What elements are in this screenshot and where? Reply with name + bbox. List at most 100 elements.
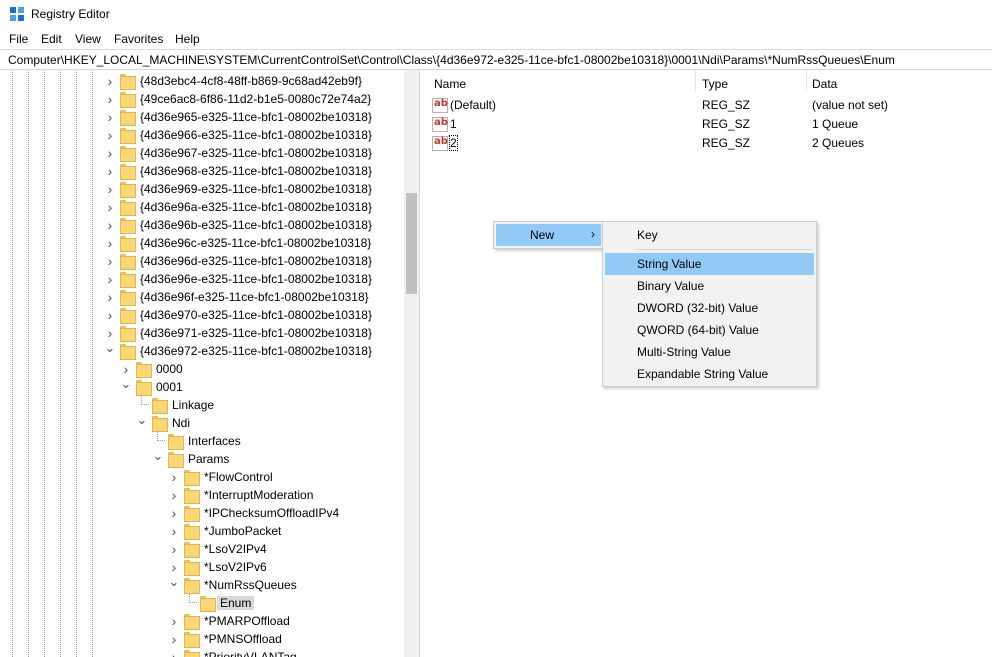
menu-favorites[interactable]: Favorites bbox=[114, 32, 163, 46]
tree-node[interactable]: › *IPChecksumOffloadIPv4 bbox=[0, 504, 404, 522]
submenu-item-multi-string-value[interactable]: Multi-String Value bbox=[605, 341, 814, 363]
tree-node-label: {4d36e966-e325-11ce-bfc1-08002be10318} bbox=[140, 128, 372, 142]
tree-node[interactable]: › {4d36e967-e325-11ce-bfc1-08002be10318} bbox=[0, 144, 404, 162]
tree-node[interactable]: › {49ce6ac8-6f86-11d2-b1e5-0080c72e74a2} bbox=[0, 90, 404, 108]
tree-node[interactable]: › {48d3ebc4-4cf8-48ff-b869-9c68ad42eb9f} bbox=[0, 72, 404, 90]
tree-connector bbox=[141, 396, 149, 405]
chevron-right-icon[interactable]: › bbox=[168, 486, 180, 504]
tree-node[interactable]: › *PriorityVLANTag bbox=[0, 648, 404, 657]
tree-node-label: *PMARPOffload bbox=[204, 614, 290, 628]
folder-icon bbox=[120, 344, 136, 360]
column-divider[interactable] bbox=[806, 70, 807, 92]
folder-icon bbox=[168, 452, 184, 468]
value-row[interactable]: ab 1 REG_SZ 1 Queue bbox=[425, 115, 992, 134]
tree-node[interactable]: › {4d36e96e-e325-11ce-bfc1-08002be10318} bbox=[0, 270, 404, 288]
tree-node[interactable]: › *PMARPOffload bbox=[0, 612, 404, 630]
submenu-item-expandable-string-value[interactable]: Expandable String Value bbox=[605, 363, 814, 385]
tree-node[interactable]: ⌄ Params bbox=[0, 449, 404, 468]
tree-node[interactable]: ⌄ *NumRssQueues bbox=[0, 575, 404, 594]
submenu-item-label: Binary Value bbox=[637, 279, 705, 293]
chevron-down-icon[interactable]: ⌄ bbox=[152, 449, 164, 468]
tree-node[interactable]: Interfaces bbox=[0, 432, 404, 450]
tree-node[interactable]: Linkage bbox=[0, 396, 404, 414]
address-path[interactable]: Computer\HKEY_LOCAL_MACHINE\SYSTEM\Curre… bbox=[8, 53, 895, 67]
tree-node[interactable]: › *LsoV2IPv4 bbox=[0, 540, 404, 558]
submenu-item-dword-value[interactable]: DWORD (32-bit) Value bbox=[605, 297, 814, 319]
chevron-right-icon[interactable]: › bbox=[104, 288, 116, 306]
value-row[interactable]: ab (Default) REG_SZ (value not set) bbox=[425, 96, 992, 115]
chevron-right-icon[interactable]: › bbox=[168, 468, 180, 486]
tree-node[interactable]: › 0000 bbox=[0, 360, 404, 378]
chevron-right-icon[interactable]: › bbox=[104, 306, 116, 324]
chevron-right-icon[interactable]: › bbox=[168, 648, 180, 657]
tree-node[interactable]: ⌄ {4d36e972-e325-11ce-bfc1-08002be10318} bbox=[0, 341, 404, 360]
tree-node[interactable]: › {4d36e96c-e325-11ce-bfc1-08002be10318} bbox=[0, 234, 404, 252]
chevron-right-icon[interactable]: › bbox=[104, 270, 116, 288]
new-submenu: Key String Value Binary Value DWORD (32-… bbox=[602, 221, 817, 387]
folder-icon bbox=[120, 308, 136, 324]
chevron-right-icon[interactable]: › bbox=[168, 630, 180, 648]
folder-icon bbox=[184, 650, 200, 657]
tree-node[interactable]: › *JumboPacket bbox=[0, 522, 404, 540]
tree-node[interactable]: › {4d36e965-e325-11ce-bfc1-08002be10318} bbox=[0, 108, 404, 126]
address-bar[interactable]: Computer\HKEY_LOCAL_MACHINE\SYSTEM\Curre… bbox=[0, 49, 992, 70]
tree-node[interactable]: Enum bbox=[0, 594, 404, 612]
menu-bar: File Edit View Favorites Help bbox=[0, 29, 992, 49]
tree-scrollbar-thumb[interactable] bbox=[406, 193, 417, 294]
menu-file[interactable]: File bbox=[9, 32, 28, 46]
value-row[interactable]: ab 2 REG_SZ 2 Queues bbox=[425, 134, 992, 153]
menu-help[interactable]: Help bbox=[175, 32, 200, 46]
tree-node-label: *LsoV2IPv4 bbox=[204, 542, 267, 556]
column-divider[interactable] bbox=[695, 70, 696, 92]
tree-node[interactable]: › {4d36e96f-e325-11ce-bfc1-08002be10318} bbox=[0, 288, 404, 306]
chevron-right-icon[interactable]: › bbox=[104, 144, 116, 162]
tree-node[interactable]: › *LsoV2IPv6 bbox=[0, 558, 404, 576]
chevron-right-icon[interactable]: › bbox=[104, 162, 116, 180]
chevron-right-icon[interactable]: › bbox=[168, 504, 180, 522]
tree-node[interactable]: ⌄ 0001 bbox=[0, 377, 404, 396]
tree-node[interactable]: › {4d36e970-e325-11ce-bfc1-08002be10318} bbox=[0, 306, 404, 324]
chevron-right-icon[interactable]: › bbox=[104, 216, 116, 234]
context-menu-new[interactable]: New › bbox=[496, 224, 601, 246]
chevron-right-icon[interactable]: › bbox=[104, 180, 116, 198]
tree-node[interactable]: › {4d36e968-e325-11ce-bfc1-08002be10318} bbox=[0, 162, 404, 180]
chevron-right-icon[interactable]: › bbox=[104, 198, 116, 216]
chevron-right-icon[interactable]: › bbox=[104, 108, 116, 126]
chevron-right-icon[interactable]: › bbox=[104, 252, 116, 270]
menu-edit[interactable]: Edit bbox=[41, 32, 62, 46]
chevron-down-icon[interactable]: ⌄ bbox=[120, 377, 132, 396]
chevron-down-icon[interactable]: ⌄ bbox=[104, 341, 116, 360]
chevron-right-icon[interactable]: › bbox=[168, 540, 180, 558]
chevron-down-icon[interactable]: ⌄ bbox=[168, 575, 180, 594]
submenu-item-qword-value[interactable]: QWORD (64-bit) Value bbox=[605, 319, 814, 341]
tree-node[interactable]: › *PMNSOffload bbox=[0, 630, 404, 648]
key-tree-pane[interactable]: › {48d3ebc4-4cf8-48ff-b869-9c68ad42eb9f} ›… bbox=[0, 70, 420, 657]
tree-node[interactable]: › {4d36e96a-e325-11ce-bfc1-08002be10318} bbox=[0, 198, 404, 216]
submenu-item-binary-value[interactable]: Binary Value bbox=[605, 275, 814, 297]
chevron-right-icon[interactable]: › bbox=[168, 522, 180, 540]
column-header-data[interactable]: Data bbox=[812, 77, 837, 91]
menu-view[interactable]: View bbox=[75, 32, 101, 46]
tree-node-label: *PMNSOffload bbox=[204, 632, 282, 646]
submenu-item-key[interactable]: Key bbox=[605, 224, 814, 246]
tree-node[interactable]: › *InterruptModeration bbox=[0, 486, 404, 504]
chevron-down-icon[interactable]: ⌄ bbox=[136, 413, 148, 432]
chevron-right-icon[interactable]: › bbox=[104, 126, 116, 144]
chevron-right-icon[interactable]: › bbox=[104, 90, 116, 108]
column-header-name[interactable]: Name bbox=[434, 77, 466, 91]
tree-node[interactable]: › {4d36e96d-e325-11ce-bfc1-08002be10318} bbox=[0, 252, 404, 270]
submenu-item-string-value[interactable]: String Value bbox=[605, 253, 814, 275]
chevron-right-icon[interactable]: › bbox=[168, 612, 180, 630]
tree-node[interactable]: › {4d36e971-e325-11ce-bfc1-08002be10318} bbox=[0, 324, 404, 342]
tree-node[interactable]: › {4d36e966-e325-11ce-bfc1-08002be10318} bbox=[0, 126, 404, 144]
chevron-right-icon[interactable]: › bbox=[104, 72, 116, 90]
tree-scrollbar[interactable] bbox=[404, 70, 419, 657]
tree-node-label: Ndi bbox=[172, 416, 191, 430]
column-header-type[interactable]: Type bbox=[702, 77, 728, 91]
tree-node-label: {4d36e969-e325-11ce-bfc1-08002be10318} bbox=[140, 182, 372, 196]
tree-node[interactable]: › {4d36e96b-e325-11ce-bfc1-08002be10318} bbox=[0, 216, 404, 234]
tree-node[interactable]: ⌄ Ndi bbox=[0, 413, 404, 432]
tree-node[interactable]: › *FlowControl bbox=[0, 468, 404, 486]
tree-node[interactable]: › {4d36e969-e325-11ce-bfc1-08002be10318} bbox=[0, 180, 404, 198]
chevron-right-icon[interactable]: › bbox=[104, 234, 116, 252]
